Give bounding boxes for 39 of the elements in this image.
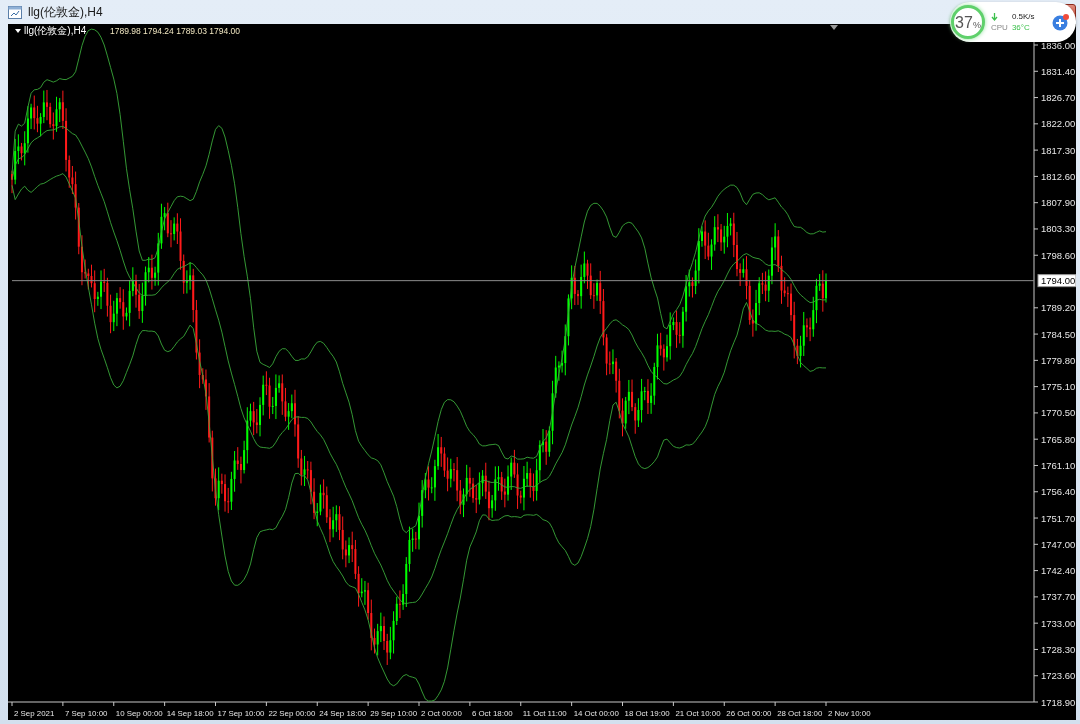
usage-percent: 37 bbox=[955, 14, 973, 32]
y-axis-tick-label: 1756.40 bbox=[1041, 486, 1076, 498]
y-axis-tick-label: 1822.00 bbox=[1041, 118, 1076, 130]
ohlc-values: 1789.98 1794.24 1789.03 1794.00 bbox=[110, 26, 240, 36]
chart-shift-icon[interactable] bbox=[830, 25, 838, 30]
download-arrow-icon bbox=[991, 12, 998, 21]
cpu-temperature: 36°C bbox=[1011, 23, 1031, 32]
y-axis-tick-label: 1718.90 bbox=[1041, 696, 1076, 708]
y-axis-tick-label: 1770.50 bbox=[1041, 407, 1076, 419]
y-axis-tick-label: 1728.30 bbox=[1041, 643, 1076, 655]
y-axis-tick-label: 1784.50 bbox=[1041, 328, 1076, 340]
y-axis-tick-label: 1733.00 bbox=[1041, 617, 1076, 629]
chart-window-icon bbox=[8, 5, 22, 19]
y-axis-tick-label: 1761.10 bbox=[1041, 460, 1076, 471]
y-axis-tick-label: 1747.00 bbox=[1041, 538, 1076, 550]
y-axis-tick-label: 1836.00 bbox=[1041, 39, 1076, 51]
network-speed: 0.5K/s bbox=[1011, 12, 1035, 21]
dropdown-triangle-icon[interactable] bbox=[15, 29, 21, 33]
y-axis-tick-label: 1779.80 bbox=[1041, 354, 1076, 366]
add-button-icon[interactable] bbox=[1052, 13, 1070, 31]
y-axis-tick-label: 1812.60 bbox=[1041, 170, 1076, 182]
y-axis-tick-label: 1765.80 bbox=[1041, 433, 1076, 445]
y-axis-tick-label: 1751.70 bbox=[1041, 512, 1076, 524]
y-axis-tick-label: 1826.70 bbox=[1041, 92, 1076, 104]
y-axis-tick-label: 1803.30 bbox=[1041, 223, 1076, 235]
y-axis-tick-label: 1775.10 bbox=[1041, 381, 1076, 393]
y-axis-tick-label: 1807.90 bbox=[1041, 197, 1076, 209]
y-axis-tick-label: 1737.70 bbox=[1041, 591, 1076, 603]
y-axis-tick-label: 1831.40 bbox=[1041, 65, 1076, 77]
y-axis-tick-label: 1723.60 bbox=[1041, 670, 1076, 682]
current-price-tag: 1794.00 bbox=[1037, 274, 1076, 288]
percent-sign: % bbox=[972, 20, 981, 30]
y-axis-tick-label: 1798.60 bbox=[1041, 249, 1076, 261]
y-axis-tick-label: 1789.20 bbox=[1041, 302, 1076, 314]
symbol-label: llg(伦敦金),H4 bbox=[24, 25, 87, 36]
y-axis-tick-label: 1817.30 bbox=[1041, 144, 1076, 156]
cpu-label: CPU bbox=[991, 23, 1008, 32]
window-title: llg(伦敦金),H4 bbox=[28, 3, 103, 21]
y-axis-tick-label: 1742.40 bbox=[1041, 565, 1076, 577]
